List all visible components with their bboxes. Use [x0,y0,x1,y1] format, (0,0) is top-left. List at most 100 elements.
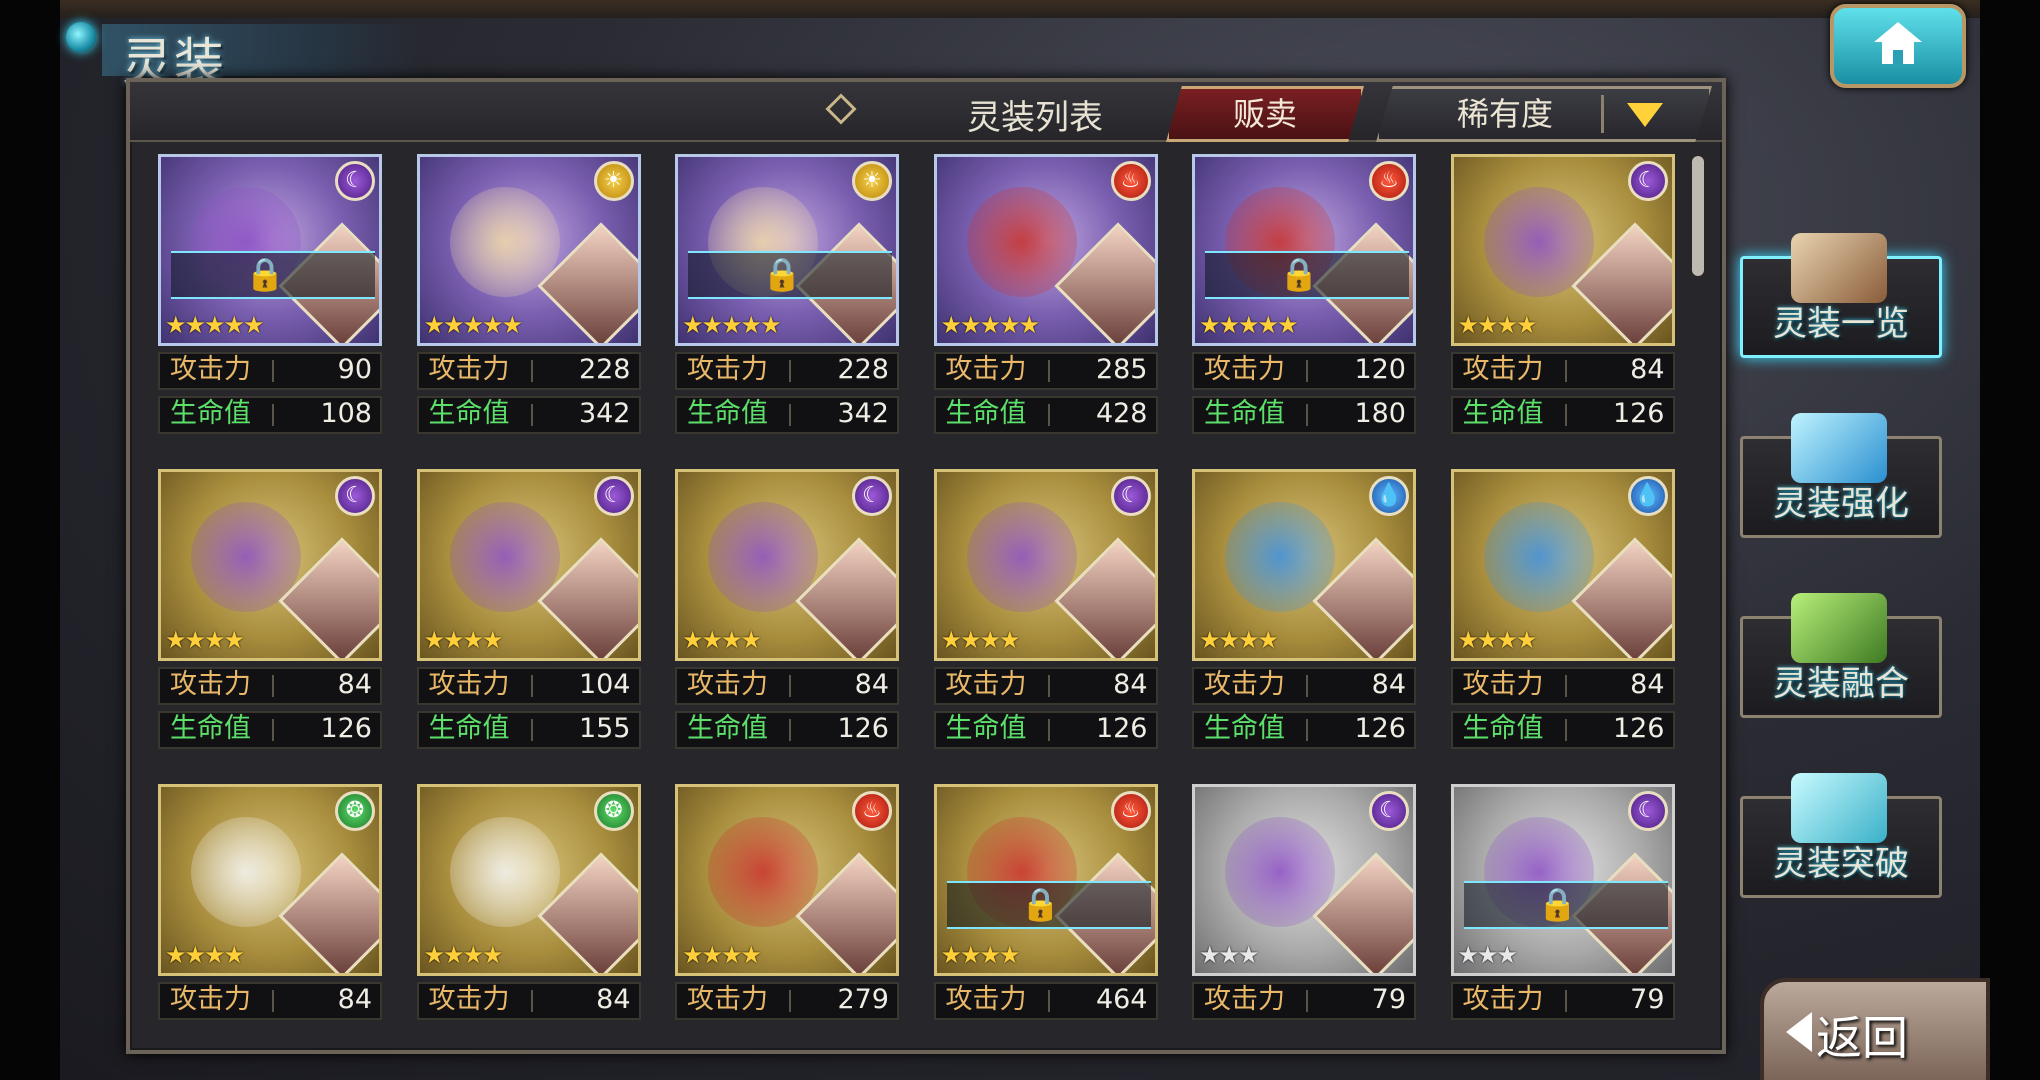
moon-element-icon: ☾ [1627,791,1668,831]
rarity-stars: ★★★★ [940,626,1021,654]
stat-label: 生命值 [1462,398,1544,429]
card-artwork: ☾ ★★★★ [675,469,899,661]
home-icon [1874,22,1922,64]
stat-label: 攻击力 [687,669,768,700]
wind-element-icon: ❂ [593,791,634,831]
hp-stat: 生命值 155 [416,711,641,749]
stat-label: 攻击力 [1462,354,1544,385]
stat-value: 228 [578,354,631,385]
equipment-card[interactable]: ☀ ★★★★★ 攻击力 228 生命值 342 [416,154,641,434]
home-button[interactable] [1830,4,1966,88]
sell-button[interactable]: 贩卖 [1166,86,1364,142]
stat-divider [789,404,791,426]
equipment-card[interactable]: ♨ ★★★★ 攻击力 279 [675,784,899,1020]
water-element-icon: 💧 [1369,476,1409,516]
back-button[interactable]: 返回 [1760,978,1990,1080]
attack-stat: 攻击力 79 [1192,982,1416,1020]
lock-icon: 🔒 [762,255,802,293]
stat-label: 攻击力 [1204,669,1285,700]
stat-value: 84 [337,984,372,1015]
stat-value: 120 [1354,354,1406,385]
right-letterbox [1980,0,2040,1080]
rarity-stars: ★★★★★ [1199,311,1299,339]
hp-stat: 生命值 108 [158,396,382,434]
moon-element-icon: ☾ [1627,161,1668,201]
equipment-card[interactable]: ♨ ★★★★★ 🔒 攻击力 120 生命值 180 [1192,154,1416,434]
moon-element-icon: ☾ [1369,791,1409,831]
hp-stat: 生命值 428 [933,396,1158,434]
menu-button-4[interactable]: 灵装突破 [1740,773,1942,898]
menu-button-2[interactable]: 灵装强化 [1740,413,1942,538]
dropdown-arrow-icon[interactable] [1627,103,1663,127]
equipment-card[interactable]: 💧 ★★★★ 攻击力 84 生命值 126 [1192,469,1416,749]
rarity-stars: ★★★★ [1199,626,1279,654]
attack-stat: 攻击力 228 [675,352,899,390]
stat-value: 126 [1095,713,1148,744]
hp-stat: 生命值 126 [158,711,382,749]
attack-stat: 攻击力 84 [675,667,899,705]
attack-stat: 攻击力 84 [158,982,382,1020]
equipment-card[interactable]: ☾ ★★★★ 攻击力 84 生命值 126 [675,469,899,749]
stat-divider [1306,990,1308,1012]
stat-label: 生命值 [945,713,1027,744]
equipment-card[interactable]: ♨ ★★★★ 🔒 攻击力 464 [933,784,1158,1020]
equipment-card[interactable]: ☾ ★★★★ 攻击力 84 生命值 126 [933,469,1158,749]
stat-label: 生命值 [428,398,510,429]
equipment-card[interactable]: ☀ ★★★★★ 🔒 攻击力 228 生命值 342 [675,154,899,434]
stat-label: 攻击力 [687,984,768,1015]
equipment-card[interactable]: ♨ ★★★★★ 攻击力 285 生命值 428 [933,154,1158,434]
equipment-card[interactable]: ☾ ★★★★ 攻击力 84 生命值 126 [1450,154,1675,434]
equipment-card[interactable]: ❂ ★★★★ 攻击力 84 [158,784,382,1020]
card-artwork: ❂ ★★★★ [158,784,382,976]
sort-dropdown[interactable]: 稀有度 [1376,86,1712,142]
hp-stat: 生命值 342 [675,396,899,434]
equipment-card[interactable]: ❂ ★★★★ 攻击力 84 [416,784,641,1020]
equipment-card[interactable]: ☾ ★★★★ 攻击力 104 生命值 155 [416,469,641,749]
stat-label: 攻击力 [428,984,510,1015]
stat-divider [272,990,274,1012]
moon-element-icon: ☾ [593,476,634,516]
equipment-card[interactable]: ☾ ★★★★★ 🔒 攻击力 90 生命值 108 [158,154,382,434]
equipment-card[interactable]: 💧 ★★★★ 攻击力 84 生命值 126 [1450,469,1675,749]
card-artwork: ♨ ★★★★★ 🔒 [1192,154,1416,346]
card-artwork: ☾ ★★★★ [416,469,641,661]
equipment-list-panel: 灵装列表 贩卖 稀有度 ☾ ★★★★★ 🔒 攻击力 90 生命值 108 ☀ ★★★★★ 攻击力 2… [126,78,1726,1054]
equipment-card[interactable]: ☾ ★★★ 攻击力 79 [1192,784,1416,1020]
rarity-stars: ★★★★★ [682,311,782,339]
menu-label: 灵装一览 [1773,304,1909,344]
list-scrollbar[interactable] [1692,156,1704,276]
water-element-icon: 💧 [1627,476,1668,516]
equipment-card[interactable]: ☾ ★★★ 🔒 攻击力 79 [1450,784,1675,1020]
attack-stat: 攻击力 464 [933,982,1158,1020]
rarity-stars: ★★★★★ [165,311,265,339]
card-artwork: ☀ ★★★★★ [416,154,641,346]
stat-value: 108 [320,398,372,429]
lock-icon: 🔒 [245,255,285,293]
card-artwork: 💧 ★★★★ [1192,469,1416,661]
attack-stat: 攻击力 84 [158,667,382,705]
stat-divider [272,719,274,741]
stat-divider [1306,675,1308,697]
menu-label: 灵装强化 [1773,484,1909,524]
lock-icon: 🔒 [1020,885,1061,923]
stat-value: 84 [337,669,372,700]
stat-divider [1564,404,1567,426]
stat-label: 攻击力 [1462,669,1544,700]
stat-label: 生命值 [1204,398,1285,429]
card-grid: ☾ ★★★★★ 🔒 攻击力 90 生命值 108 ☀ ★★★★★ 攻击力 228 生命值 342 ☀ ★★★… [130,140,1680,1046]
stat-value: 84 [596,984,631,1015]
left-letterbox [0,0,60,1080]
equipment-card[interactable]: ☾ ★★★★ 攻击力 84 生命值 126 [158,469,382,749]
hp-stat: 生命值 126 [675,711,899,749]
stat-value: 155 [578,713,631,744]
stat-value: 342 [578,398,631,429]
menu-button-3[interactable]: 灵装融合 [1740,593,1942,718]
fire-element-icon: ♨ [1369,161,1409,201]
stat-label: 生命值 [428,713,510,744]
stat-value: 104 [578,669,631,700]
stat-value: 464 [1095,984,1148,1015]
menu-button-1[interactable]: 灵装一览 [1740,233,1942,358]
card-artwork: ☾ ★★★★ [1450,154,1675,346]
attack-stat: 攻击力 84 [933,667,1158,705]
stat-divider [530,675,533,697]
